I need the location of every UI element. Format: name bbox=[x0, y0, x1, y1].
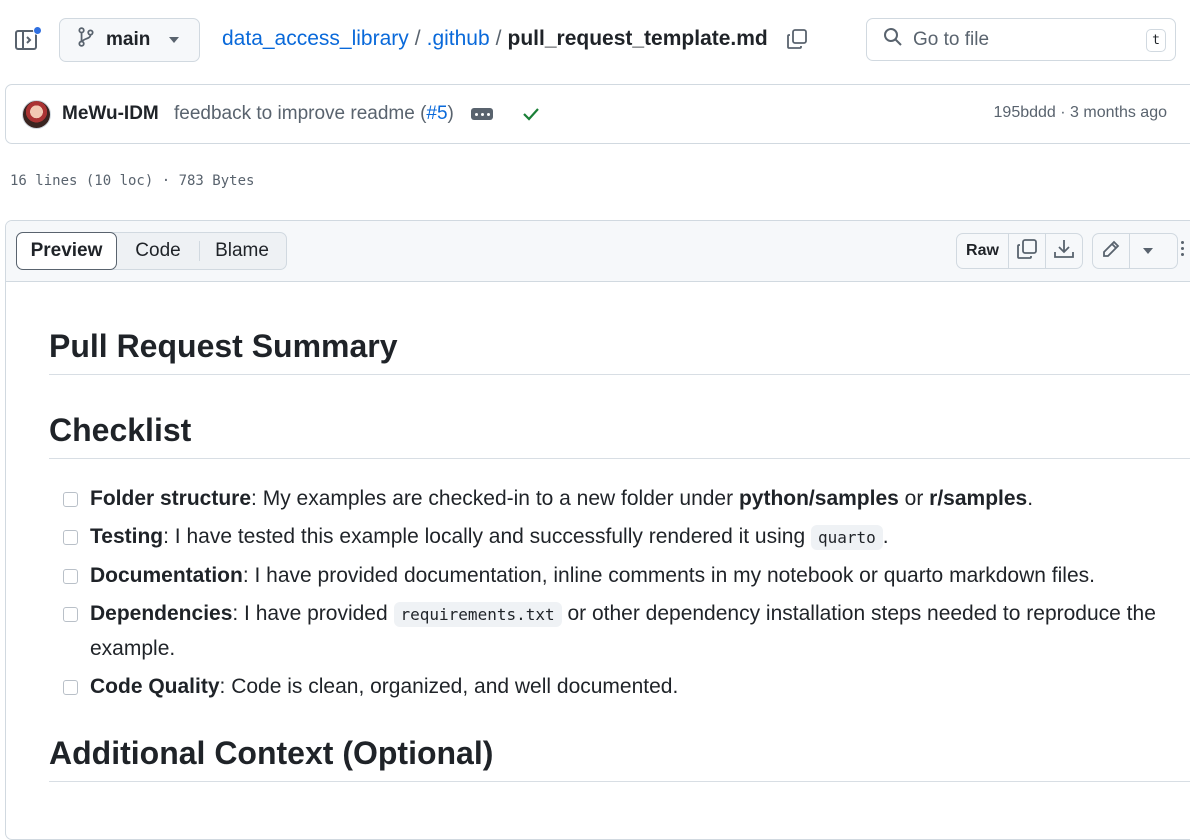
view-mode-segmented-control: Preview Code Blame bbox=[16, 232, 287, 270]
pencil-icon bbox=[1101, 239, 1121, 264]
task-checkbox[interactable] bbox=[63, 680, 78, 695]
commit-message[interactable]: feedback to improve readme (#5) bbox=[174, 103, 454, 125]
list-item: Folder structure: My examples are checke… bbox=[63, 482, 1190, 516]
task-checkbox[interactable] bbox=[63, 569, 78, 584]
heading-additional-context: Additional Context (Optional) bbox=[49, 735, 1190, 782]
task-text: : Code is clean, organized, and well doc… bbox=[219, 675, 679, 698]
list-item: Dependencies: I have provided requiremen… bbox=[63, 597, 1190, 666]
task-checkbox[interactable] bbox=[63, 492, 78, 507]
top-bar: main data_access_library / .github / pul… bbox=[0, 0, 1190, 82]
heading-checklist: Checklist bbox=[49, 412, 1190, 459]
search-icon bbox=[883, 27, 903, 53]
tab-code[interactable]: Code bbox=[117, 233, 199, 269]
task-text: example. bbox=[90, 637, 176, 660]
edit-file-button[interactable] bbox=[1093, 234, 1130, 268]
commit-message-text[interactable]: feedback to improve readme ( bbox=[174, 103, 426, 124]
pr-link[interactable]: #5 bbox=[426, 103, 447, 124]
task-text: : My examples are checked-in to a new fo… bbox=[251, 487, 739, 510]
branch-name: main bbox=[106, 29, 151, 50]
file-header: Preview Code Blame Raw bbox=[6, 221, 1190, 282]
tab-blame[interactable]: Blame bbox=[200, 233, 284, 269]
task-checkbox[interactable] bbox=[63, 530, 78, 545]
breadcrumb-repo-link[interactable]: data_access_library bbox=[222, 27, 409, 51]
file-info: 16 lines (10 loc) · 783 Bytes bbox=[10, 173, 255, 189]
go-to-file-placeholder: Go to file bbox=[913, 28, 990, 50]
task-title: Folder structure bbox=[90, 487, 252, 510]
task-text: : I have tested this example locally and… bbox=[163, 525, 811, 548]
check-icon[interactable] bbox=[521, 104, 541, 129]
task-title: Documentation bbox=[90, 564, 243, 587]
task-title: Testing bbox=[90, 525, 164, 548]
sidebar-toggle-icon[interactable] bbox=[14, 26, 42, 54]
branch-selector-button[interactable]: main bbox=[59, 18, 200, 62]
task-title: Code Quality bbox=[90, 675, 220, 698]
chevron-down-icon bbox=[1143, 248, 1153, 254]
copy-path-icon[interactable] bbox=[786, 28, 808, 50]
latest-commit-bar: MeWu-IDM feedback to improve readme (#5)… bbox=[5, 84, 1190, 144]
avatar[interactable] bbox=[22, 100, 51, 129]
chevron-down-icon bbox=[169, 37, 180, 43]
download-icon bbox=[1053, 238, 1075, 265]
breadcrumb-separator: / bbox=[495, 27, 502, 50]
edit-actions-group bbox=[1092, 233, 1178, 269]
file-actions-group: Raw bbox=[956, 233, 1083, 269]
task-checkbox[interactable] bbox=[63, 607, 78, 622]
git-branch-icon bbox=[77, 27, 95, 53]
task-text: or other dependency installation steps n… bbox=[561, 602, 1156, 625]
commit-author-link[interactable]: MeWu-IDM bbox=[62, 103, 159, 125]
task-title: Dependencies bbox=[90, 602, 233, 625]
download-raw-button[interactable] bbox=[1046, 234, 1082, 268]
task-text: : I have provided bbox=[232, 602, 394, 625]
inline-code: quarto bbox=[810, 525, 883, 550]
copy-raw-button[interactable] bbox=[1009, 234, 1046, 268]
raw-button[interactable]: Raw bbox=[957, 234, 1009, 268]
task-text: . bbox=[882, 525, 889, 548]
breadcrumb-folder-link[interactable]: .github bbox=[427, 27, 490, 51]
task-text: . bbox=[1027, 487, 1034, 510]
copy-icon bbox=[1016, 238, 1038, 265]
inline-code: requirements.txt bbox=[393, 602, 562, 627]
task-list: Folder structure: My examples are checke… bbox=[63, 482, 1190, 708]
notification-dot bbox=[33, 26, 42, 35]
breadcrumb-file-name: pull_request_template.md bbox=[507, 27, 768, 50]
task-text: or bbox=[898, 487, 930, 510]
heading-pull-request-summary: Pull Request Summary bbox=[49, 328, 1190, 375]
more-edit-options-button[interactable] bbox=[1130, 234, 1166, 268]
expand-commit-message-button[interactable] bbox=[471, 108, 493, 120]
breadcrumb-separator: / bbox=[414, 27, 421, 50]
list-item: Testing: I have tested this example loca… bbox=[63, 520, 1190, 555]
commit-message-end: ) bbox=[447, 103, 454, 124]
keyboard-shortcut-hint: t bbox=[1146, 29, 1166, 52]
file-viewer: Preview Code Blame Raw Pull Request Summ… bbox=[5, 220, 1190, 840]
task-text: : I have provided documentation, inline … bbox=[242, 564, 1095, 587]
go-to-file-input[interactable]: Go to file t bbox=[866, 18, 1176, 61]
tab-preview[interactable]: Preview bbox=[16, 232, 117, 270]
task-bold-text: python/samples bbox=[738, 487, 899, 510]
more-options-icon[interactable] bbox=[1181, 241, 1184, 256]
list-item: Code Quality: Code is clean, organized, … bbox=[63, 670, 1190, 704]
list-item: Documentation: I have provided documenta… bbox=[63, 559, 1190, 593]
breadcrumb: data_access_library / .github / pull_req… bbox=[222, 27, 808, 51]
commit-sha-and-time[interactable]: 195bddd · 3 months ago bbox=[994, 104, 1167, 122]
task-bold-text: r/samples bbox=[929, 487, 1028, 510]
